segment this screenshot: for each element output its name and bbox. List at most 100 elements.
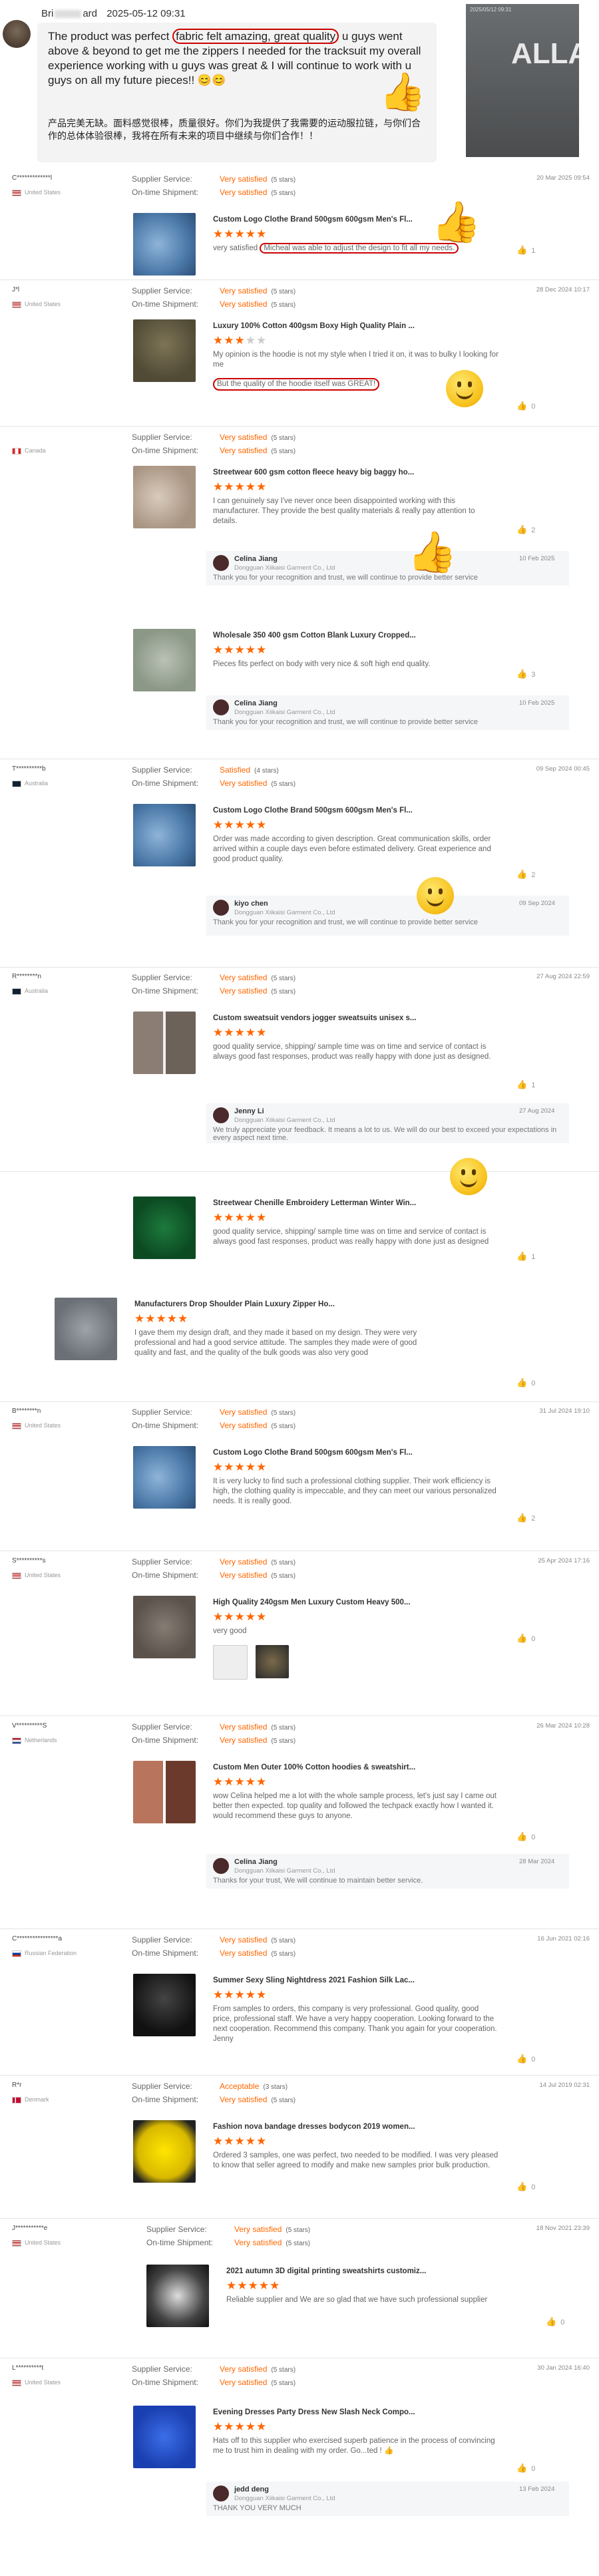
product-thumbnail[interactable] [133,1761,196,1823]
product-thumbnail[interactable] [133,319,196,382]
like-button[interactable]: 👍 2 [516,524,535,535]
product-title[interactable]: Custom Logo Clothe Brand 500gsm 600gsm M… [213,1449,493,1457]
supplier-service-label: Supplier Service: [132,2364,192,2374]
buyer-country: Netherlands [12,1737,57,1744]
like-button[interactable]: 👍 0 [516,1633,535,1644]
country-name: United States [25,189,61,196]
on-time-shipment: On-time Shipment: Very satisfied (5 stars) [132,1736,296,1745]
on-time-shipment-stars: (5 stars) [271,301,296,309]
on-time-shipment: On-time Shipment: Very satisfied (5 stars) [132,2095,296,2104]
on-time-shipment-stars: (5 stars) [271,2097,296,2104]
product-title[interactable]: Luxury 100% Cotton 400gsm Boxy High Qual… [213,322,493,330]
star-icon: ★ [213,228,224,240]
like-count: 1 [531,247,536,255]
smiley-mouth [456,385,473,399]
smiley-emoji [417,877,454,914]
gallery-photo-2[interactable] [256,1645,289,1678]
like-button[interactable]: 👍 0 [516,1831,535,1842]
product-title[interactable]: Summer Sexy Sling Nightdress 2021 Fashio… [213,1976,493,1984]
product-thumbnail[interactable] [133,2406,196,2468]
like-button[interactable]: 👍 1 [516,245,535,256]
buyer-name: C*************l [12,174,53,182]
review-date: 20 Mar 2025 09:54 [536,174,590,182]
like-button[interactable]: 👍 0 [516,401,535,411]
like-button[interactable]: 👍 2 [516,869,535,880]
like-button[interactable]: 👍 0 [516,2054,535,2064]
buyer-name: C****************a [12,1935,63,1942]
product-thumbnail[interactable] [133,1596,196,1658]
smiley-emoji [446,370,483,407]
buyer-country: United States [12,301,61,308]
review-text-plain: I gave them my design draft, and they ma… [134,1329,417,1357]
country-name: Denmark [25,2096,49,2103]
star-icon: ★ [256,819,268,831]
rating-stars: ★★★★★ [213,2420,267,2434]
star-icon: ★ [166,1312,178,1325]
like-button[interactable]: 👍 1 [516,1251,535,1262]
like-button[interactable]: 👍 0 [516,1378,535,1388]
product-thumbnail[interactable] [133,1446,196,1509]
product-title[interactable]: 2021 autumn 3D digital printing sweatshi… [226,2267,506,2275]
product-title[interactable]: Streetwear 600 gsm cotton fleece heavy b… [213,468,493,476]
gallery-photo-1[interactable] [213,1645,248,1680]
product-title[interactable]: Custom Men Outer 100% Cotton hoodies & s… [213,1763,493,1771]
on-time-shipment-value: Very satisfied [220,2378,268,2387]
supplier-service-label: Supplier Service: [132,286,192,295]
header-sender: Bri ard 2025-05-12 09:31 [41,8,186,19]
on-time-shipment-value: Very satisfied [220,1948,268,1958]
like-button[interactable]: 👍 3 [516,669,535,679]
on-time-shipment-value: Very satisfied [220,1736,268,1745]
product-thumbnail[interactable] [133,2120,196,2183]
rating-stars: ★★★★★ [213,1211,267,1224]
review-text: From samples to orders, this company is … [213,2004,499,2044]
on-time-shipment: On-time Shipment: Very satisfied (5 stars) [132,1421,296,1430]
product-title[interactable]: High Quality 240gsm Men Luxury Custom He… [213,1598,493,1606]
star-icon: ★ [245,1211,256,1224]
star-icon: ★ [213,1610,224,1623]
like-icon: 👍 [516,401,528,411]
like-count: 0 [531,2465,536,2473]
like-button[interactable]: 👍 0 [546,2316,564,2327]
product-title[interactable]: Evening Dresses Party Dress New Slash Ne… [213,2408,493,2416]
star-icon: ★ [234,1988,246,2001]
star-icon: ★ [245,228,256,240]
like-icon: 👍 [516,2181,528,2191]
reply-text: Thank you for your recognition and trust… [213,718,479,726]
buyer-country: Russian Federation [12,1950,77,1957]
like-button[interactable]: 👍 0 [516,2463,535,2474]
reply-author: Celina Jiang [234,699,278,707]
product-thumbnail[interactable] [133,1974,196,2036]
like-button[interactable]: 👍 2 [516,1513,535,1523]
supplier-service-stars: (5 stars) [271,2366,296,2374]
product-thumbnail[interactable] [133,466,196,528]
product-title[interactable]: Fashion nova bandage dresses bodycon 201… [213,2123,493,2131]
product-title[interactable]: Manufacturers Drop Shoulder Plain Luxury… [134,1300,414,1308]
product-title[interactable]: Wholesale 350 400 gsm Cotton Blank Luxur… [213,632,493,640]
product-thumbnail[interactable] [133,213,196,276]
header-photo: 2025/05/12 09:31 ALLA [466,4,579,157]
on-time-shipment-stars: (5 stars) [271,1423,296,1430]
star-icon: ★ [256,2420,268,2433]
product-title[interactable]: Streetwear Chenille Embroidery Letterman… [213,1199,493,1207]
rating-stars: ★★★★★ [226,2279,280,2293]
buyer-name: J***********e [12,2225,48,2232]
reply-company: Dongguan Xiikaisi Garment Co., Ltd [234,709,335,716]
product-title[interactable]: Custom Logo Clothe Brand 500gsm 600gsm M… [213,807,493,815]
reply-date: 28 Mar 2024 [519,1858,555,1865]
product-thumbnail[interactable] [55,1298,117,1360]
product-thumbnail[interactable] [146,2265,209,2327]
review-separator [0,2218,599,2219]
like-button[interactable]: 👍 1 [516,1079,535,1090]
header-timestamp: 2025-05-12 09:31 [106,8,186,19]
supplier-service-label: Supplier Service: [132,2082,192,2091]
star-icon: ★ [245,1461,256,1473]
product-title[interactable]: Custom sweatsuit vendors jogger sweatsui… [213,1014,493,1022]
product-thumbnail[interactable] [133,1012,196,1074]
star-icon: ★ [270,2279,281,2292]
product-thumbnail[interactable] [133,629,196,691]
product-thumbnail[interactable] [133,1196,196,1259]
product-thumbnail[interactable] [133,804,196,866]
like-count: 0 [531,2056,536,2064]
like-button[interactable]: 👍 0 [516,2181,535,2192]
supplier-service-stars: (5 stars) [271,1937,296,1944]
